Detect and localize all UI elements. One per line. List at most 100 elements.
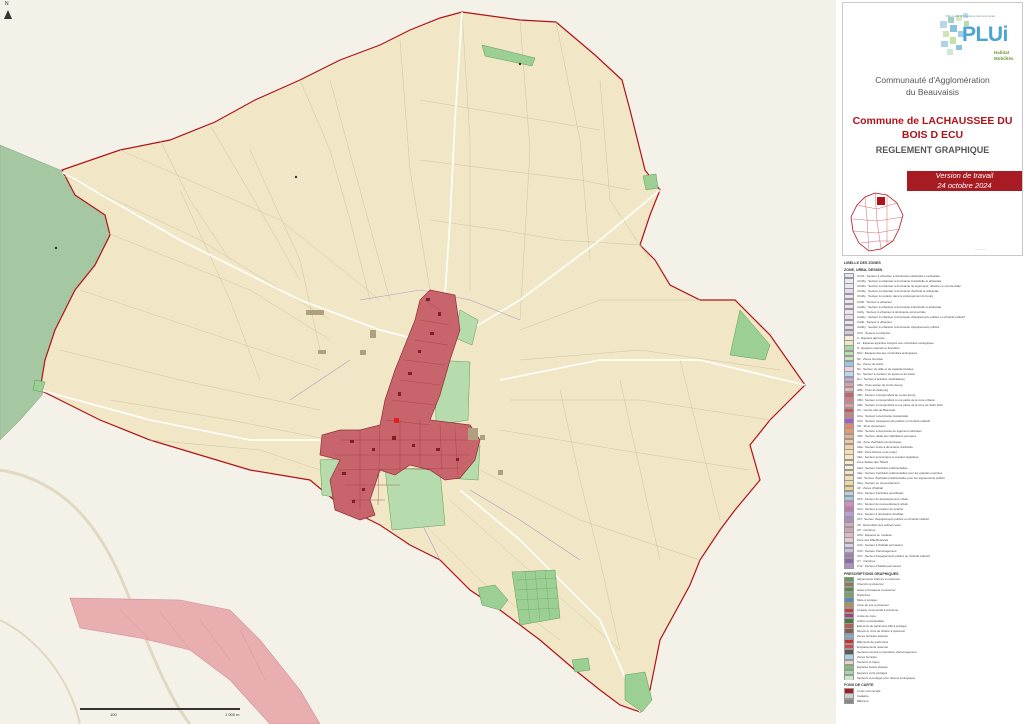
legend-zone-label: UBa : Tissu ancien de centre-bourg [857,382,903,387]
legend-zone-label: UY : Carrières [857,558,876,563]
legend-zone-label: UAdb : Secteur à urbaniser [857,299,892,304]
legend-zone-label: UCdb : Secteur à urbaniser à dominante i… [857,273,940,278]
legend-zone-label: UEb : Zone Rivière et de projet [857,449,897,454]
legend-zone-label: UBb : Tissu de faubourg [857,387,889,392]
locator-map-svg [850,192,904,252]
legend-prescription-label: Arbres remarquables [857,618,884,623]
legend-zone-list: UCdb : Secteur à urbaniser à dominante i… [844,273,1022,569]
legend-prescription-label: Secteurs à protéger pour raisons écologi… [857,675,916,680]
legend-section-fond: FOND DE CARTE [844,683,874,688]
legend-zone-label: Zone des ZAE Beauvais [857,538,889,543]
legend-zone-label: UCb : Secteur d'équipements publics ou d… [857,418,930,423]
legend-zone-label: UFe : Secteur à dominante d'habitat [857,512,904,517]
north-arrow: N [4,1,12,19]
legend-zone-swatch [844,563,854,569]
legend-zone-label: UYa : Secteur d'habitat permanent [857,564,902,569]
legend-zone-label: Nbd : Espaces liés aux continuités écolo… [857,351,918,356]
legend-prescription-item: Secteurs à protéger pour raisons écologi… [844,675,1022,681]
legend-section-prescriptions: PRESCRIPTIONS GRAPHIQUES [844,571,899,576]
town-hall-marker[interactable] [394,418,399,423]
document-title: REGLEMENT GRAPHIQUE [875,145,990,155]
legend-prescription-label: Emplacements réservés [857,644,889,649]
legend-fond-item: Bâtiment [844,698,1022,704]
legend-zone-label: UAdby : Secteur à urbaniser à dominante … [857,304,942,309]
legend-zone-label: UFd : Secteur à vocation de quartier [857,507,904,512]
version-line-2: 24 octobre 2024 [937,181,992,190]
legend-zone-label: UP : Ensembles des collines Vues [857,522,901,527]
scale-label-1: 1 000 m [225,712,240,717]
signature-mark: — — — [975,247,986,251]
legend-prescription-label: Zones humides avérées [857,634,888,639]
legend-zone-label: Nm : Secteur d'activités médicalisées [857,377,905,382]
agglomeration-line-1: Communauté d'Agglomération [875,75,990,85]
legend-zone-label: UAdb : Secteur à urbaniser [857,320,892,325]
version-line-1: Version de travail [935,171,994,180]
legend-prescription-label: Secteurs à risque [857,660,880,665]
legend-zone-label: UF : Zones d'habitat [857,486,883,491]
side-panel: Plan Local d'Urbanisme Intercommunal PLU… [840,0,1024,724]
legend-fond-label: Bâtiment [857,699,869,704]
legend-zone-label: UFa : Secteur d'activités spécifiques [857,491,904,496]
legend-prescription-label: Mare à protéger [857,598,878,603]
locator-commune-highlight [877,197,885,205]
legend-prescription-swatch [844,675,854,681]
legend-zone-label: UXa : Secteur à l'habitat permanent [857,543,903,548]
legend-zone-label: Nh : Secteur de taille et de capacité li… [857,366,914,371]
logo-sub1: Habitat [994,50,1010,55]
pluil-logo: Plan Local d'Urbanisme Intercommunal PLU… [938,11,1022,71]
legend-zone-label: Ne : Zones de loisirs [857,361,884,366]
map-canvas[interactable]: N 100 1 000 m [0,0,836,724]
point-marker-1 [294,175,298,179]
legend-zone-label: UCdby : Secteur à urbaniser à dominante … [857,289,939,294]
legend-zone-label: UEf : Secteur d'activités préférentielle… [857,475,945,480]
legend-zone-label: UEd : Secteur d'activités préférentielle… [857,465,908,470]
legend-zone-label: UBd : Secteur correspondant à une partie… [857,398,935,403]
legend-prescription-list: Alignements d'arbres à conserver Chemins … [844,576,1022,681]
legend-prescription-label: Ripisylves [857,592,871,597]
point-marker-3 [518,62,522,66]
legend-zone-label: UBe : Secteur correspondant à une partie… [857,403,943,408]
legend-prescription-label: Espaces boisés classés [857,665,888,670]
legend-fond-list: Limite communale Cadastre Bâtiment [844,688,1022,704]
legend-prescription-label: Alignements d'arbres à conserver [857,577,900,582]
legend-zone-label: A : Espaces agricoles [857,335,885,340]
locator-map [847,189,907,255]
legend-zone-label: UEa : Secteur mixte à dominante d'activi… [857,444,913,449]
scale-bar: 100 1 000 m [80,708,240,717]
legend-prescription-label: Limite de zone [857,613,876,618]
legend-zone-label: UCdbx : Secteur à urbaniser à dominante … [857,283,961,288]
legend-zone-label: N : Espaces naturels et forestiers [857,346,900,351]
legend-zone-item: UYa : Secteur d'habitat permanent [844,563,1022,569]
legend-prescription-label: Bâtiments de patrimoine [857,639,889,644]
legend-zone-label: UBc : Secteur correspondant au centre-bo… [857,392,916,397]
legend-zone-label: UEe : Secteur d'activités préférentielle… [857,470,943,475]
logo-sub2: Mobilités [994,56,1014,61]
legend-prescription-label: Espaces verts protégés [857,670,888,675]
commune-title-1: Commune de LACHAUSSEE DU [852,115,1013,127]
map-svg[interactable] [0,0,836,724]
legend-zone-label: UEc : Secteur économique à vocation logi… [857,455,919,460]
legend-zone-label: UXb : Secteur d'aménagement [857,548,897,553]
legend-zone-label: UPa : Espaces en mutation [857,532,893,537]
legend-zone-label: UP : Carrières [857,527,876,532]
legend-zone-label: UDa : Secteur à dominante de logement in… [857,429,922,434]
legend-prescription-label: Zones humides [857,655,877,660]
legend-prescription-label: Eléments de patrimoine bâti à protéger [857,623,907,628]
natural-zone-south-3 [571,657,591,673]
natural-zone-northeast [642,173,659,191]
legend-zone-label: Zone dédiée des Tilleuls [857,460,889,465]
legend-prescription-label: Linéaire commercial à préserver [857,608,899,613]
natural-zone-village-south [384,467,446,531]
legend-zone-label: UE : Zone d'activités économiques [857,439,902,444]
legend-prescription-label: Haies et bosquets à préserver [857,587,896,592]
legend-title: LIBELLE DES ZONES [844,261,881,265]
legend-prescription-label: Cône de vue à préserver [857,603,889,608]
legend-zone-label: UAdby : Secteur à urbaniser à dominante … [857,315,965,320]
logo-text: PLUi [962,23,1008,46]
legend-zone-label: Nb : Zones humides [857,356,883,361]
legend-zone-label: UAX : Secteur à urbaniser [857,330,891,335]
legend-fond-label: Cadastre [857,694,869,699]
legend-zone-label: Ns : Secteur à vocation de sports et de … [857,372,916,377]
legend-zone-label: UD : Zone d'extension [857,424,886,429]
legend-zone-label: UAby : Secteur à urbaniser à dominante c… [857,309,926,314]
